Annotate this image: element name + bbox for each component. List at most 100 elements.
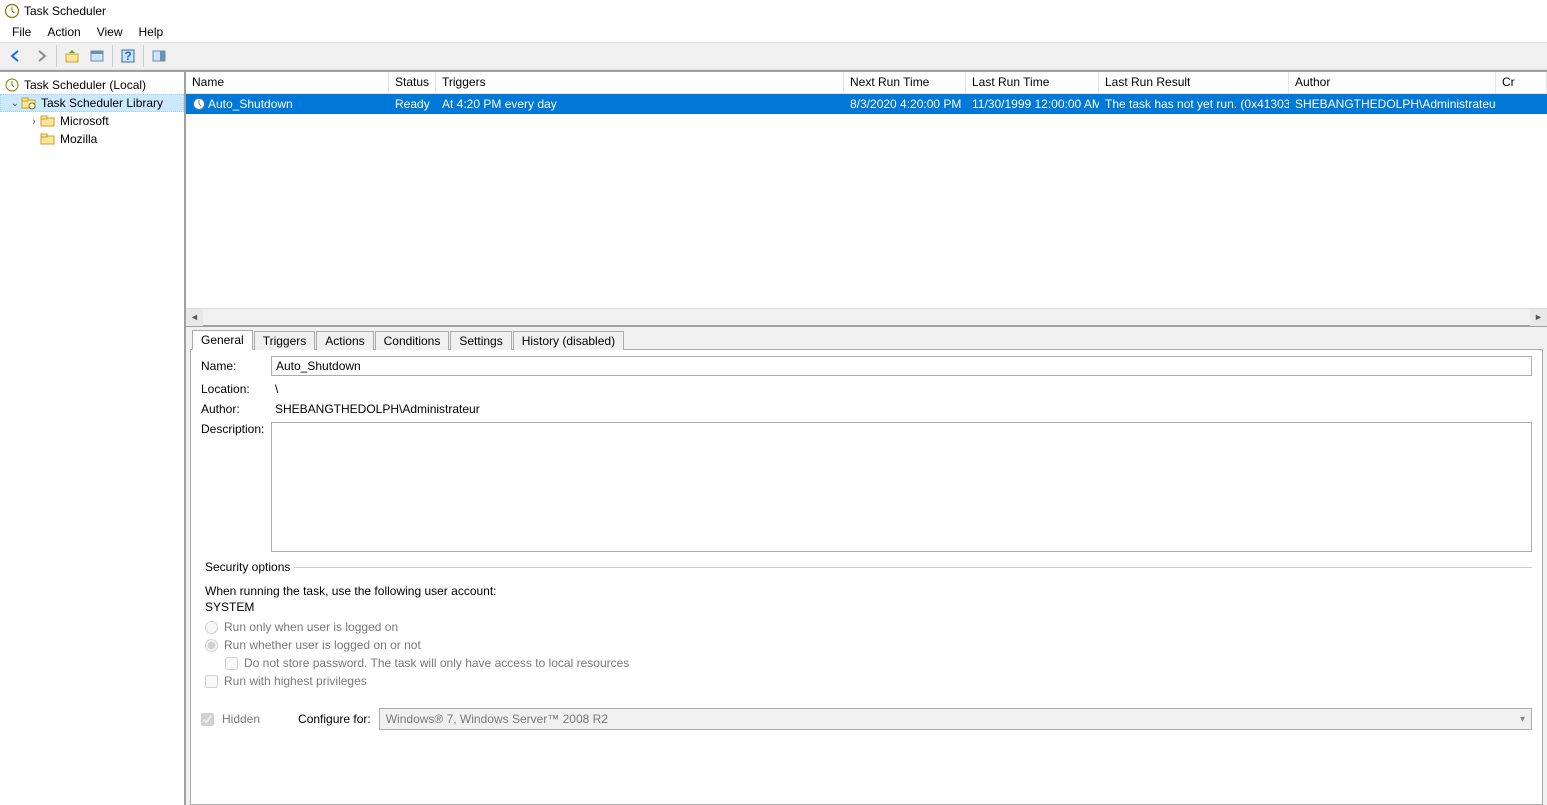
col-status[interactable]: Status <box>389 72 436 93</box>
label-name: Name: <box>201 359 271 373</box>
nav-back-button[interactable] <box>4 44 28 68</box>
task-trigger: At 4:20 PM every day <box>436 96 844 112</box>
task-last-run: 11/30/1999 12:00:00 AM <box>966 96 1099 112</box>
input-name[interactable]: Auto_Shutdown <box>271 356 1532 376</box>
task-list-body[interactable]: Auto_Shutdown Ready At 4:20 PM every day… <box>186 94 1547 308</box>
task-list: Name Status Triggers Next Run Time Last … <box>186 72 1547 327</box>
label-hidden: Hidden <box>222 712 260 726</box>
menu-help[interactable]: Help <box>133 23 170 41</box>
tree-mozilla-label: Mozilla <box>60 132 97 146</box>
security-line: When running the task, use the following… <box>205 584 1532 598</box>
value-location: \ <box>271 382 278 396</box>
task-last-result: The task has not yet run. (0x41303) <box>1099 96 1289 112</box>
tab-general[interactable]: General <box>192 330 253 350</box>
nav-forward-button[interactable] <box>29 44 53 68</box>
check-highest-priv <box>205 675 218 688</box>
tab-actions[interactable]: Actions <box>316 331 373 350</box>
folder-icon <box>40 131 56 147</box>
value-author: SHEBANGTHEDOLPH\Administrateur <box>271 402 480 416</box>
up-button[interactable] <box>60 44 84 68</box>
toolbar-separator-2 <box>112 45 113 67</box>
menu-view[interactable]: View <box>91 23 129 41</box>
svg-text:?: ? <box>124 49 131 63</box>
task-next-run: 8/3/2020 4:20:00 PM <box>844 96 966 112</box>
h-scrollbar[interactable]: ◄ ► <box>186 308 1547 325</box>
row-location: Location: \ <box>201 382 1532 396</box>
col-created[interactable]: Cr <box>1496 72 1547 93</box>
menu-action[interactable]: Action <box>41 23 86 41</box>
tree-root[interactable]: Task Scheduler (Local) <box>0 76 184 94</box>
action-pane-button[interactable] <box>147 44 171 68</box>
col-next-run[interactable]: Next Run Time <box>844 72 966 93</box>
scroll-right-icon[interactable]: ► <box>1530 309 1547 326</box>
label-location: Location: <box>201 382 271 396</box>
row-author: Author: SHEBANGTHEDOLPH\Administrateur <box>201 402 1532 416</box>
expander-icon[interactable]: ⌄ <box>9 98 21 109</box>
col-last-run[interactable]: Last Run Time <box>966 72 1099 93</box>
row-description: Description: <box>201 422 1532 552</box>
label-run-logged-off: Run whether user is logged on or not <box>224 638 421 652</box>
tree-microsoft[interactable]: › Microsoft <box>0 112 184 130</box>
task-row[interactable]: Auto_Shutdown Ready At 4:20 PM every day… <box>186 94 1547 114</box>
footer-row: Hidden Configure for: Windows® 7, Window… <box>201 708 1532 730</box>
tab-settings[interactable]: Settings <box>450 331 511 350</box>
help-button[interactable]: ? <box>116 44 140 68</box>
security-options: Security options When running the task, … <box>201 560 1532 692</box>
menu-file[interactable]: File <box>6 23 37 41</box>
properties-button[interactable] <box>85 44 109 68</box>
task-scheduler-icon <box>4 77 20 93</box>
library-icon <box>21 95 37 111</box>
chevron-down-icon: ▾ <box>1520 714 1525 725</box>
scroll-left-icon[interactable]: ◄ <box>186 309 203 326</box>
opt-run-logged-on: Run only when user is logged on <box>205 620 1532 634</box>
label-highest-priv: Run with highest privileges <box>224 674 367 688</box>
toolbar-separator-3 <box>143 45 144 67</box>
task-name: Auto_Shutdown <box>208 97 293 111</box>
col-triggers[interactable]: Triggers <box>436 72 844 93</box>
tab-general-body: Name: Auto_Shutdown Location: \ Author: … <box>190 349 1543 805</box>
label-description: Description: <box>201 422 271 436</box>
col-name[interactable]: Name <box>186 72 389 93</box>
tab-triggers[interactable]: Triggers <box>254 331 316 350</box>
opt-no-store-pwd: Do not store password. The task will onl… <box>225 656 1532 670</box>
check-no-store-pwd <box>225 657 238 670</box>
tree-library[interactable]: ⌄ Task Scheduler Library <box>0 94 184 112</box>
task-icon <box>192 97 206 111</box>
content-area: Name Status Triggers Next Run Time Last … <box>186 72 1547 805</box>
label-configure-for: Configure for: <box>298 712 371 726</box>
dropdown-configure-for: Windows® 7, Windows Server™ 2008 R2 ▾ <box>379 708 1532 730</box>
menu-bar: File Action View Help <box>0 22 1547 42</box>
main-area: Task Scheduler (Local) ⌄ Task Scheduler … <box>0 70 1547 805</box>
tree-root-label: Task Scheduler (Local) <box>24 78 146 92</box>
tree-library-label: Task Scheduler Library <box>41 96 163 110</box>
tree-microsoft-label: Microsoft <box>60 114 109 128</box>
security-title: Security options <box>201 560 294 574</box>
task-author: SHEBANGTHEDOLPH\Administrateur <box>1289 96 1496 112</box>
tab-conditions[interactable]: Conditions <box>375 331 450 350</box>
expander-icon[interactable]: › <box>28 116 40 127</box>
input-description[interactable] <box>271 422 1532 552</box>
task-scheduler-icon <box>4 3 20 19</box>
folder-icon <box>40 113 56 129</box>
tab-history[interactable]: History (disabled) <box>513 331 624 350</box>
label-run-logged-on: Run only when user is logged on <box>224 620 398 634</box>
console-tree: Task Scheduler (Local) ⌄ Task Scheduler … <box>0 72 186 805</box>
dropdown-configure-for-value: Windows® 7, Windows Server™ 2008 R2 <box>386 712 608 726</box>
row-name: Name: Auto_Shutdown <box>201 356 1532 376</box>
col-last-result[interactable]: Last Run Result <box>1099 72 1289 93</box>
label-author: Author: <box>201 402 271 416</box>
check-hidden <box>201 713 214 726</box>
tab-strip: General Triggers Actions Conditions Sett… <box>190 329 1543 349</box>
radio-run-logged-off <box>205 639 218 652</box>
security-account: SYSTEM <box>205 600 1532 614</box>
toolbar: ? <box>0 42 1547 70</box>
task-created-cell <box>1496 103 1547 105</box>
input-name-value: Auto_Shutdown <box>276 359 361 373</box>
toolbar-separator <box>56 45 57 67</box>
title-bar: Task Scheduler <box>0 0 1547 22</box>
task-details: General Triggers Actions Conditions Sett… <box>186 327 1547 805</box>
tree-mozilla[interactable]: Mozilla <box>0 130 184 148</box>
task-list-header: Name Status Triggers Next Run Time Last … <box>186 72 1547 94</box>
col-author[interactable]: Author <box>1289 72 1496 93</box>
radio-run-logged-on <box>205 621 218 634</box>
